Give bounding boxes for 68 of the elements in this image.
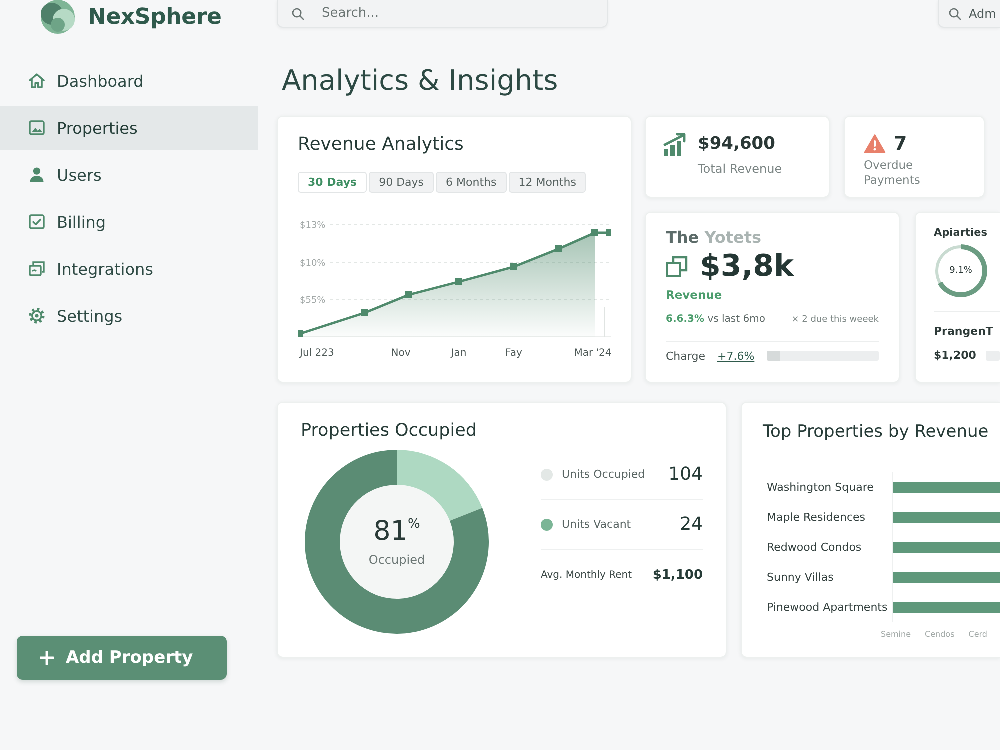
nav-item[interactable]: Users <box>0 153 258 197</box>
card-title: The Yotets <box>666 227 763 249</box>
property-name: Sunny Villas <box>767 570 835 584</box>
axis-label: Cendos <box>925 630 955 639</box>
search-icon <box>949 8 961 20</box>
axis-label: Jan <box>451 348 467 359</box>
axis-label: Mar '24 <box>574 348 611 359</box>
user-icon <box>29 167 45 183</box>
card-title: Apiarties <box>934 226 988 240</box>
stat-value: $94,600 <box>698 133 776 156</box>
cards-icon <box>29 261 45 277</box>
card-title: Properties Occupied <box>301 420 478 442</box>
legend-value: 24 <box>680 514 703 535</box>
nav-item[interactable]: Integrations <box>0 247 258 291</box>
stat-value: 7 <box>894 132 908 156</box>
axis-label: Cerd <box>968 630 988 639</box>
card-subtitle: PrangenT <box>934 325 994 339</box>
warning-icon <box>864 134 886 154</box>
stat-label: Total Revenue <box>698 162 782 177</box>
range-tab[interactable]: 30 Days <box>298 172 368 193</box>
legend-value: 104 <box>668 464 703 485</box>
axis-label: Semine <box>881 630 912 639</box>
stat-value: $1,100 <box>652 568 703 582</box>
revenue-label: Revenue <box>666 287 724 303</box>
stat-label: Avg. Monthly Rent <box>541 570 632 580</box>
nav-item[interactable]: Properties <box>0 106 258 150</box>
ring-icon <box>934 244 988 298</box>
axis-label: Nov <box>391 348 411 359</box>
stat-label: Overdue Payments <box>864 158 922 188</box>
axis-label: Jul 223 <box>300 348 334 359</box>
brand-name: NexSphere <box>88 4 222 30</box>
growth-chart-icon <box>663 133 687 157</box>
axis-label: Fay <box>506 348 522 359</box>
revenue-value: $3,8k <box>700 249 794 285</box>
change-label: Charge <box>666 350 706 362</box>
range-tab[interactable]: 6 Months <box>436 172 507 193</box>
card-title: Revenue Analytics <box>298 134 465 156</box>
home-icon <box>29 73 45 89</box>
legend-label: Units Vacant <box>562 518 632 531</box>
property-name: Washington Square <box>767 480 875 494</box>
settings-icon <box>29 308 45 324</box>
search-icon <box>292 8 304 20</box>
card-title: Top Properties by Revenue <box>763 421 990 443</box>
property-name: Maple Residences <box>767 510 867 524</box>
property-name: Pinewood Apartments <box>767 600 889 614</box>
search-field[interactable]: Adm <box>938 0 1000 28</box>
search-field[interactable]: Search... <box>277 0 608 28</box>
change-text: 6.6.3% vs last 6mo <box>666 313 766 327</box>
range-tab[interactable]: 12 Months <box>508 172 586 193</box>
plus-icon <box>40 651 54 665</box>
property-name: Redwood Condos <box>767 540 863 554</box>
nav-item[interactable]: Settings <box>0 294 258 338</box>
change-link[interactable]: +7.6% <box>717 350 755 362</box>
page-title: Analytics & Insights <box>282 64 560 98</box>
ring-label: 9.1% <box>950 266 972 276</box>
amount-value: $1,200 <box>934 349 976 363</box>
copy-icon <box>666 256 688 278</box>
due-note: × 2 due this weeek <box>792 314 879 327</box>
center-label: Occupied <box>368 552 426 568</box>
nav-item[interactable]: Billing <box>0 200 258 244</box>
checkbox-icon <box>29 214 45 230</box>
range-tab[interactable]: 90 Days <box>369 172 434 193</box>
nav-item[interactable]: Dashboard <box>0 59 258 103</box>
add-property-button[interactable]: Add Property <box>17 636 227 680</box>
center-value: 81$^{%}$ <box>374 516 420 548</box>
logo-icon <box>40 0 76 35</box>
legend-label: Units Occupied <box>562 468 646 481</box>
image-icon <box>29 120 45 136</box>
